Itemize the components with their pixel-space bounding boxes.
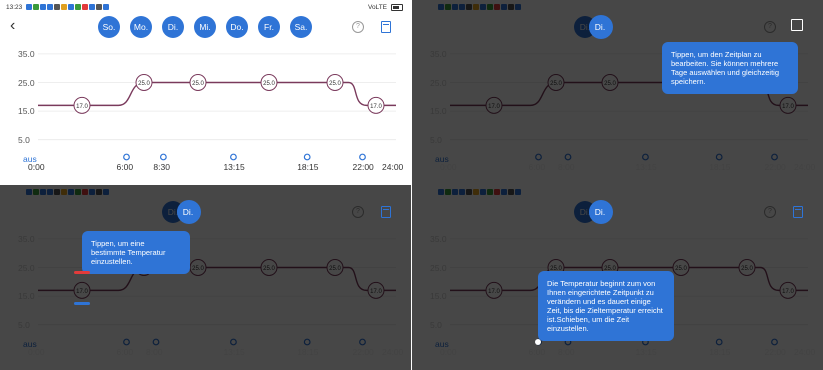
temperature-marker-label: 25.0 xyxy=(329,81,341,87)
temperature-marker[interactable]: 17.0 xyxy=(73,96,91,114)
edit-icon-highlight[interactable] xyxy=(791,19,803,31)
save-icon-bright[interactable] xyxy=(381,206,391,218)
temperature-marker-label: 25.0 xyxy=(192,81,204,87)
day-button-selected[interactable]: Di. xyxy=(589,16,611,38)
screenshot-grid: 13:23 VoLTE ‹ So. Mo. Di. Mi. Do. Fr. Sa.? 35.0 25.… xyxy=(0,0,823,370)
temperature-marker[interactable]: 25.0 xyxy=(189,74,207,91)
temperature-marker[interactable]: 25.0 xyxy=(326,74,344,91)
time-handle[interactable] xyxy=(230,153,237,161)
dim-overlay xyxy=(0,185,411,370)
save-icon-bright[interactable] xyxy=(793,206,803,218)
day-button-selected[interactable]: Di. xyxy=(589,201,611,223)
time-handle[interactable] xyxy=(159,153,167,161)
time-handle[interactable] xyxy=(303,153,311,161)
tooltip: Tippen, um eine bestimmte Temperatur ein… xyxy=(82,231,190,274)
temperature-marker[interactable]: 17.0 xyxy=(367,96,385,114)
temperature-marker[interactable]: 25.0 xyxy=(135,74,153,91)
time-handle[interactable] xyxy=(359,153,366,161)
increase-indicator[interactable] xyxy=(74,271,90,274)
panel-tip-temperature: 13:22VoLTE‹So.Mo.Di.Mi.Do.Fr.Sa.?35.025.… xyxy=(0,185,411,370)
decrease-indicator[interactable] xyxy=(74,302,90,305)
temperature-chart: 17.0 25.0 25.0 25.0 25.0 17.0 xyxy=(38,53,396,161)
temperature-marker-label: 17.0 xyxy=(370,104,382,110)
temperature-marker-label: 25.0 xyxy=(138,81,150,87)
time-handle[interactable] xyxy=(123,153,130,161)
time-handle-highlight[interactable] xyxy=(535,339,541,345)
panel-normal: 13:23 VoLTE ‹ So. Mo. Di. Mi. Do. Fr. Sa.? 35.0 25.… xyxy=(0,0,411,185)
temperature-marker-label: 25.0 xyxy=(263,81,275,87)
tooltip: Tippen, um den Zeitplan zu bearbeiten. S… xyxy=(662,42,798,94)
panel-tip-edit: 13:22VoLTE‹So.Mo.Di.Mi.Do.Fr.Sa.?35.025.… xyxy=(412,0,823,185)
temperature-marker-label: 17.0 xyxy=(76,104,88,110)
panel-tip-time: 13:22VoLTE‹So.Mo.Di.Mi.Do.Fr.Sa.?35.025.… xyxy=(412,185,823,370)
day-button-selected[interactable]: Di. xyxy=(177,201,199,223)
tooltip: Die Temperatur beginnt zum von Ihnen ein… xyxy=(538,271,674,341)
temperature-marker[interactable]: 25.0 xyxy=(260,74,278,91)
